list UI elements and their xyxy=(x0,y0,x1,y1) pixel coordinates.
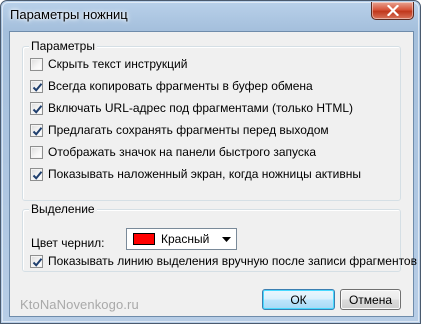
watermark-text: KtoNaNovenkogo.ru xyxy=(20,297,139,312)
checkmark-icon xyxy=(32,126,43,136)
option-label: Включать URL-адрес под фрагментами (толь… xyxy=(48,101,354,115)
cancel-button[interactable]: Отмена xyxy=(340,289,401,310)
window-title: Параметры ножниц xyxy=(10,7,128,22)
checkbox-show-selection-line[interactable] xyxy=(30,254,43,268)
option-always-copy[interactable]: Всегда копировать фрагменты в буфер обме… xyxy=(30,78,313,94)
title-bar[interactable]: Параметры ножниц xyxy=(1,1,420,31)
option-label: Показывать наложенный экран, когда ножни… xyxy=(48,167,361,181)
params-group-title: Параметры xyxy=(29,39,97,53)
option-show-overlay[interactable]: Показывать наложенный экран, когда ножни… xyxy=(30,166,361,182)
option-label: Показывать линию выделения вручную после… xyxy=(48,254,417,268)
ink-color-dropdown[interactable]: Красный xyxy=(126,228,237,250)
checkmark-icon xyxy=(32,82,43,92)
params-group: Параметры Скрыть текст инструкций Всегда… xyxy=(22,39,401,201)
option-include-url[interactable]: Включать URL-адрес под фрагментами (толь… xyxy=(30,100,353,116)
option-hide-instructions[interactable]: Скрыть текст инструкций xyxy=(30,56,187,72)
option-label: Всегда копировать фрагменты в буфер обме… xyxy=(48,79,313,93)
checkmark-icon xyxy=(32,257,43,267)
ok-button[interactable]: ОК xyxy=(262,289,335,310)
snipping-options-window: Параметры ножниц Параметры Скрыть текст … xyxy=(0,0,421,324)
option-quick-launch-icon[interactable]: Отображать значок на панели быстрого зап… xyxy=(30,144,316,160)
checkmark-icon xyxy=(32,170,43,180)
option-label: Отображать значок на панели быстрого зап… xyxy=(48,145,317,159)
option-label: Скрыть текст инструкций xyxy=(48,57,188,71)
ink-color-swatch xyxy=(133,233,155,245)
checkbox-hide-instructions[interactable] xyxy=(30,57,43,71)
option-prompt-save[interactable]: Предлагать сохранять фрагменты перед вых… xyxy=(30,122,329,138)
close-button[interactable] xyxy=(371,2,414,20)
checkbox-show-overlay[interactable] xyxy=(30,167,43,181)
option-label: Предлагать сохранять фрагменты перед вых… xyxy=(48,123,329,137)
close-icon xyxy=(386,5,399,16)
checkbox-quick-launch-icon[interactable] xyxy=(30,145,43,159)
option-show-selection-line[interactable]: Показывать линию выделения вручную после… xyxy=(30,253,417,269)
checkbox-include-url[interactable] xyxy=(30,101,43,115)
ink-color-value: Красный xyxy=(161,232,210,246)
dialog-client-area: Параметры Скрыть текст инструкций Всегда… xyxy=(9,31,417,317)
checkmark-icon xyxy=(32,104,43,114)
dropdown-arrow-icon xyxy=(222,237,231,242)
selection-group-title: Выделение xyxy=(29,202,97,216)
ink-color-label: Цвет чернил: xyxy=(31,236,105,250)
checkbox-always-copy[interactable] xyxy=(30,79,43,93)
checkbox-prompt-save[interactable] xyxy=(30,123,43,137)
selection-group: Выделение Цвет чернил: Красный Показыват… xyxy=(22,202,417,272)
